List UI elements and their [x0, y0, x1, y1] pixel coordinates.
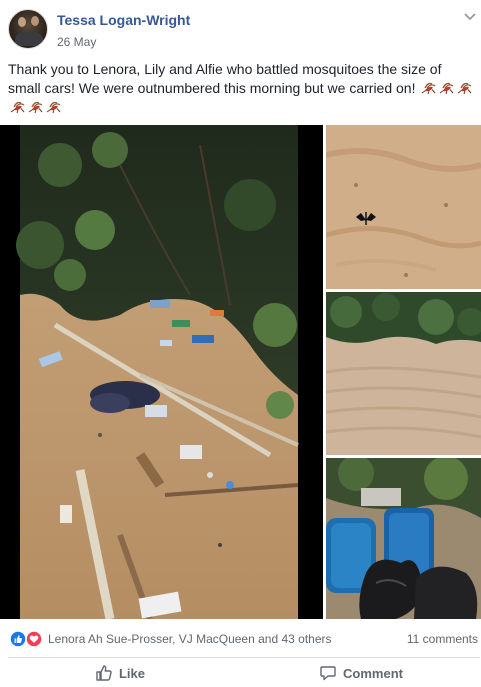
mosquito-emoji — [458, 82, 472, 95]
post-header: Tessa Logan-Wright 26 May — [0, 0, 481, 56]
like-reaction-icon — [9, 630, 27, 648]
avatar[interactable] — [8, 9, 48, 49]
post-date[interactable]: 26 May — [57, 35, 96, 49]
photo-rubbish-on-beach[interactable] — [0, 125, 323, 619]
comments-count-link[interactable]: 11 comments — [407, 632, 478, 646]
reaction-icons[interactable] — [8, 630, 44, 648]
mosquito-emoji — [10, 101, 25, 114]
comment-label: Comment — [343, 665, 403, 681]
speech-bubble-icon — [320, 666, 336, 681]
action-bar: Like Comment — [0, 659, 481, 687]
thumbs-up-icon — [96, 665, 112, 681]
photo-butterfly-on-sand[interactable] — [326, 125, 481, 289]
mosquito-emoji — [46, 101, 61, 114]
post-body: Thank you to Lenora, Lily and Alfie who … — [8, 61, 442, 96]
facebook-post: Tessa Logan-Wright 26 May Thank you to L… — [0, 0, 481, 687]
chevron-down-icon[interactable] — [463, 11, 477, 23]
love-reaction-icon — [25, 630, 43, 648]
reactors-link[interactable]: Lenora Ah Sue-Prosser, VJ MacQueen and 4… — [48, 632, 332, 646]
comment-button[interactable]: Comment — [241, 659, 481, 687]
mosquito-emoji — [422, 82, 436, 95]
author-name[interactable]: Tessa Logan-Wright — [57, 12, 190, 28]
like-label: Like — [118, 665, 145, 681]
like-button[interactable]: Like — [0, 659, 240, 687]
photo-cleared-sand[interactable] — [326, 292, 481, 455]
mosquito-emoji — [28, 101, 43, 114]
photo-grid — [0, 125, 481, 619]
photo-collected-rubbish[interactable] — [326, 458, 481, 619]
post-stats: Lenora Ah Sue-Prosser, VJ MacQueen and 4… — [0, 624, 481, 654]
mosquito-emoji — [440, 82, 454, 95]
divider — [8, 657, 480, 658]
post-text: Thank you to Lenora, Lily and Alfie who … — [8, 60, 476, 117]
